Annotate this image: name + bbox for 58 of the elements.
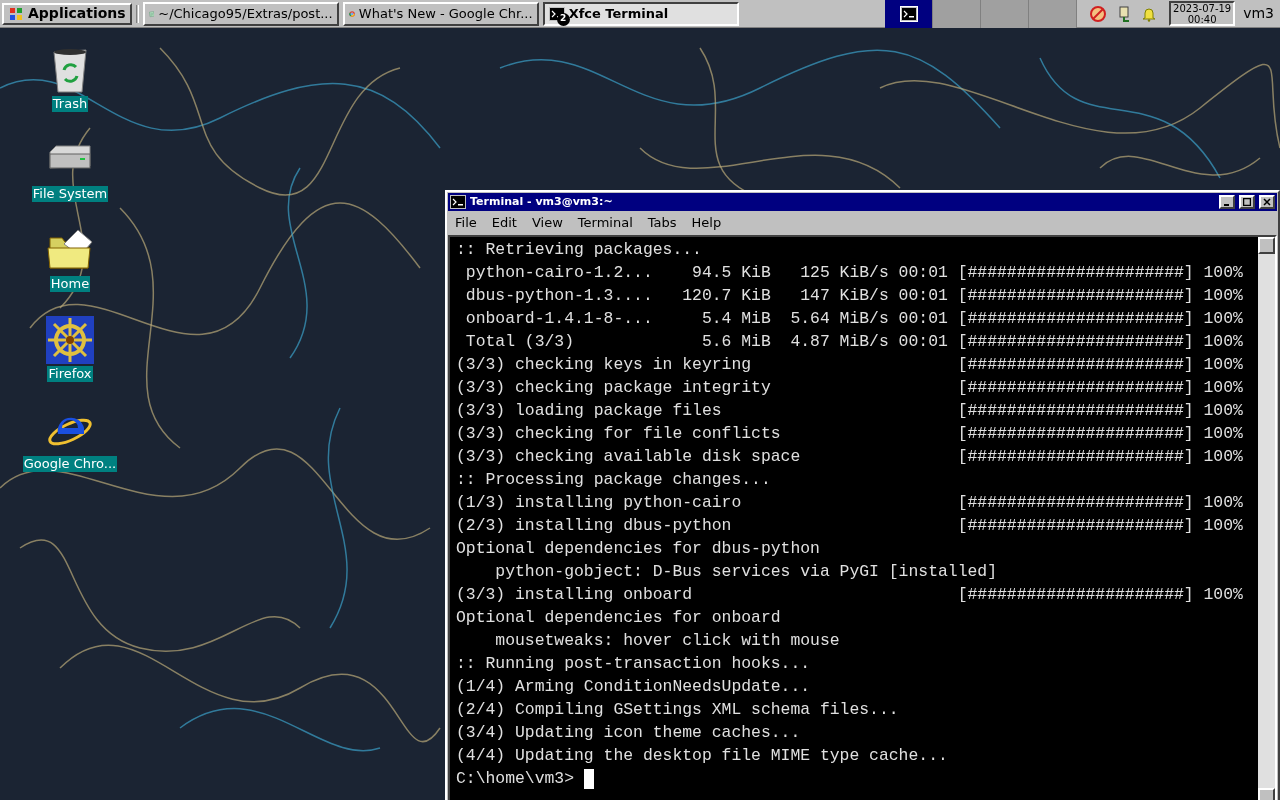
terminal-icon [450,195,466,209]
close-icon [1263,198,1271,206]
taskbar-window-button[interactable]: What's New - Google Chr... [342,1,539,26]
terminal-line: (3/3) loading package files [######################] 100% [456,400,1244,422]
terminal-icon [548,6,565,21]
terminal-line: (2/3) installing dbus-python [######################] 100% [456,515,1244,537]
terminal-line: (3/3) checking keys in keyring [######################] 100% [456,354,1244,376]
terminal-line: mousetweaks: hover click with mouse [494,630,841,652]
taskbar-window-button[interactable]: ~/Chicago95/Extras/post... [142,1,339,26]
terminal-line: onboard-1.4.1-8-... 5.4 MiB 5.64 MiB/s 00:01 [######################] 100% [464,308,1244,330]
minimize-button[interactable] [1219,195,1235,209]
desktop-icon-label[interactable]: File System [31,186,109,202]
desktop-icon-label[interactable]: Trash [51,96,89,112]
terminal-prompt: C:\home\vm3> [456,768,575,790]
menu-item[interactable]: Edit [491,213,517,233]
workspace-button[interactable] [885,0,934,28]
window-title: Terminal - vm3@vm3:~ [470,193,614,210]
clock[interactable]: 2023-07-19 00:40 [1169,1,1236,26]
maximize-button[interactable] [1239,195,1255,209]
maximize-icon [1243,198,1251,206]
terminal-line: (1/4) Arming ConditionNeedsUpdate... [456,676,812,698]
terminal-line: python-cairo-1.2... 94.5 KiB 125 KiB/s 00:01 [######################] 100% [464,262,1244,284]
terminal-line: Optional dependencies for dbus-python [456,538,821,560]
menu-item[interactable]: Tabs [647,213,677,233]
user-name[interactable]: vm3 [1239,3,1278,24]
terminal-line: :: Processing package changes... [456,469,772,491]
no-sound-icon[interactable] [1089,4,1108,23]
terminal-line: dbus-python-1.3.... 120.7 KiB 147 KiB/s 00:01 [######################] 100% [464,285,1244,307]
terminal-line: python-gobject: D-Bus services via PyGI [installed] [494,561,998,583]
windows-logo-icon [8,5,24,22]
desktop-icon-label[interactable]: Home [49,276,91,292]
scrollbar[interactable] [1258,237,1275,800]
menu-item[interactable]: File [455,213,477,233]
clock-date: 2023-07-19 [1173,2,1232,14]
terminal-line: (1/3) installing python-cairo [######################] 100% [456,492,1244,514]
terminal-line: Total (3/3) 5.6 MiB 4.87 MiB/s 00:01 [######################] 100% [464,331,1244,353]
applications-button[interactable]: Applications [2,2,132,25]
terminal-line: (3/3) checking for file conflicts [######################] 100% [456,423,1244,445]
terminal-line: (3/3) checking available disk space [######################] 100% [456,446,1244,468]
menu-item[interactable]: Help [691,213,722,233]
terminal-line: :: Running post-transaction hooks... [456,653,812,675]
terminal-line: :: Retrieving packages... [456,239,703,261]
ship-wheel-icon [44,316,96,364]
menu-item[interactable]: View [531,213,563,233]
menu-item[interactable]: Terminal [577,213,633,233]
terminal-line: (3/3) installing onboard [######################] 100% [456,584,1244,606]
clock-time: 00:40 [1187,13,1217,25]
bell-icon[interactable] [1141,5,1158,22]
workspace-window-icon [900,6,917,21]
close-button[interactable] [1259,195,1275,209]
terminal-line: (2/4) Compiling GSettings XML schema files... [456,699,900,721]
terminal-line: Optional dependencies for onboard [456,607,782,629]
terminal-line: (4/4) Updating the desktop file MIME type cache... [456,745,949,767]
desktop-icon-label[interactable]: Firefox [47,366,93,382]
text-cursor [584,768,595,789]
terminal-line: (3/3) checking package integrity [######################] 100% [456,377,1244,399]
terminal-line: (3/4) Updating icon theme caches... [456,722,802,744]
desktop-icon-label[interactable]: Google Chro... [22,456,118,472]
